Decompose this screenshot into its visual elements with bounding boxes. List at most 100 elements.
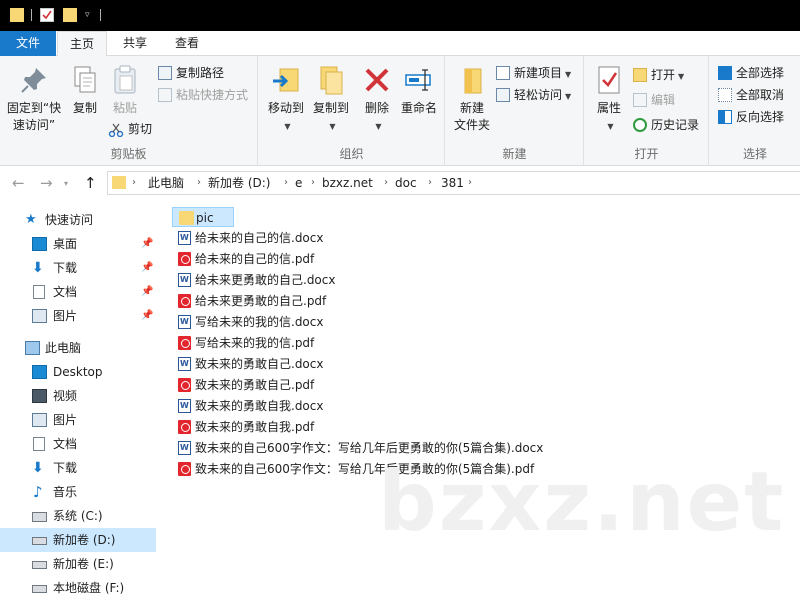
folder-item[interactable]: pic [172,207,234,227]
move-to-button[interactable]: 移动到 ▼ [262,64,310,135]
invert-selection-button[interactable]: 反向选择 [718,106,784,128]
picture-icon [32,413,47,427]
select-all-label: 全部选择 [736,66,785,80]
breadcrumb-separator-icon[interactable]: › [132,172,136,194]
back-arrow-icon[interactable]: ← [12,174,25,192]
nav-drive-e-label: 新加卷 (E:) [53,557,114,571]
file-item[interactable]: 给未来的自己的信.pdf [172,249,592,269]
copy-button[interactable]: 复制 [66,64,104,117]
edit-button[interactable]: 编辑 [633,89,675,111]
nav-drive-f[interactable]: 本地磁盘 (F:) [0,576,156,600]
breadcrumb-separator-icon[interactable]: › [428,172,432,194]
breadcrumb-doc[interactable]: doc [395,172,417,194]
customize-toolbar-icon[interactable]: ▿ [85,8,99,22]
history-label: 历史记录 [651,118,700,132]
breadcrumb-separator-icon[interactable]: › [384,172,388,194]
file-item[interactable]: 给未来更勇敢的自己.docx [172,270,592,290]
properties-dropdown-icon: ▼ [607,122,614,131]
new-item-button[interactable]: 新建项目 ▼ [496,62,571,84]
tab-file[interactable]: 文件 [0,31,56,56]
recent-locations-icon[interactable]: ▾ [64,179,68,188]
file-item[interactable]: 写给未来的我的信.docx [172,312,592,332]
copy-to-button[interactable]: 复制到 ▼ [307,64,355,135]
breadcrumb-separator-icon[interactable]: › [468,172,472,194]
cut-button[interactable]: 剪切 [108,118,152,140]
word-document-icon [178,270,191,290]
nav-documents-1[interactable]: 文档 📌 [0,280,156,304]
nav-pictures-2[interactable]: 图片 [0,408,156,432]
breadcrumb-drive-d[interactable]: 新加卷 (D:) [208,172,270,194]
forward-arrow-icon[interactable]: → [40,174,53,192]
file-item[interactable]: 致未来的勇敢自我.docx [172,396,592,416]
nav-pictures-1[interactable]: 图片 📌 [0,304,156,328]
tab-view[interactable]: 查看 [162,31,212,56]
file-name: pic [196,211,214,225]
pdf-icon [178,252,191,266]
pin-icon[interactable]: 📌 [141,232,153,256]
breadcrumb-separator-icon[interactable]: › [284,172,288,194]
nav-desktop-cn[interactable]: 桌面 📌 [0,232,156,256]
file-item[interactable]: 给未来更勇敢的自己.pdf [172,291,592,311]
nav-drive-c[interactable]: 系统 (C:) [0,504,156,528]
breadcrumb-e[interactable]: e [295,172,302,194]
easy-access-button[interactable]: 轻松访问 ▼ [496,84,571,106]
pin-quick-access-button[interactable]: 固定到“快 速访问” [5,64,63,134]
pdf-icon [178,462,191,476]
pin-icon[interactable]: 📌 [141,304,153,328]
nav-downloads-2[interactable]: ⬇ 下载 [0,456,156,480]
breadcrumb-381[interactable]: 381 [441,172,464,194]
breadcrumb-separator-icon[interactable]: › [311,172,315,194]
tab-share[interactable]: 共享 [110,31,160,56]
select-none-button[interactable]: 全部取消 [718,84,784,106]
open-button[interactable]: 打开 ▼ [633,64,684,86]
tab-home[interactable]: 主页 [57,31,107,57]
nav-music[interactable]: ♪ 音乐 [0,480,156,504]
select-all-button[interactable]: 全部选择 [718,62,784,84]
up-arrow-icon[interactable]: ↑ [84,174,97,192]
nav-quick-access-label: 快速访问 [45,213,94,227]
invert-selection-icon [718,109,732,124]
new-folder-label: 新建 [459,101,484,115]
file-name: 给未来的自己的信.pdf [195,252,315,266]
new-folder-button[interactable]: 新建 文件夹 [450,64,494,134]
pdf-icon [178,420,191,434]
file-item[interactable]: 写给未来的我的信.pdf [172,333,592,353]
copy-path-button[interactable]: 复制路径 [158,62,224,84]
nav-documents-2[interactable]: 文档 [0,432,156,456]
breadcrumb-this-pc[interactable]: 此电脑 [148,172,184,194]
nav-this-pc[interactable]: 此电脑 [0,336,156,360]
nav-drive-d[interactable]: 新加卷 (D:) [0,528,156,552]
nav-pictures-1-label: 图片 [53,309,78,323]
nav-drive-e[interactable]: 新加卷 (E:) [0,552,156,576]
nav-quick-access[interactable]: ★ 快速访问 [0,208,156,232]
folder-icon [179,211,194,225]
invert-selection-label: 反向选择 [736,110,785,124]
breadcrumb-separator-icon[interactable]: › [197,172,201,194]
file-item[interactable]: 致未来的勇敢自我.pdf [172,417,592,437]
nav-videos[interactable]: 视频 [0,384,156,408]
new-folder-icon[interactable] [63,8,77,22]
properties-check-icon[interactable] [40,8,54,22]
file-item[interactable]: 致未来的勇敢自己.docx [172,354,592,374]
paste-shortcut-button[interactable]: 粘贴快捷方式 [158,84,248,106]
pin-icon[interactable]: 📌 [141,256,153,280]
pin-icon[interactable]: 📌 [141,280,153,304]
file-item[interactable]: 致未来的勇敢自己.pdf [172,375,592,395]
rename-icon [403,64,435,96]
file-name: 致未来的勇敢自我.pdf [195,420,315,434]
properties-button[interactable]: 属性 ▼ [589,64,629,135]
address-bar[interactable]: › 此电脑 › 新加卷 (D:) › e › bzxz.net › doc › … [107,171,800,195]
word-document-icon [178,438,191,458]
delete-label: 删除 [364,101,389,115]
breadcrumb-bzxz[interactable]: bzxz.net [322,172,373,194]
new-folder-icon [456,64,488,96]
rename-button[interactable]: 重命名 [397,64,441,117]
file-item[interactable]: 给未来的自己的信.docx [172,228,592,248]
properties-label: 属性 [596,101,621,115]
paste-button[interactable]: 粘贴 [106,64,144,117]
download-arrow-icon: ⬇ [32,460,44,476]
delete-button[interactable]: 删除 ▼ [359,64,395,135]
nav-downloads-1[interactable]: ⬇ 下载 📌 [0,256,156,280]
history-button[interactable]: 历史记录 [633,114,699,136]
nav-desktop[interactable]: Desktop [0,360,156,384]
